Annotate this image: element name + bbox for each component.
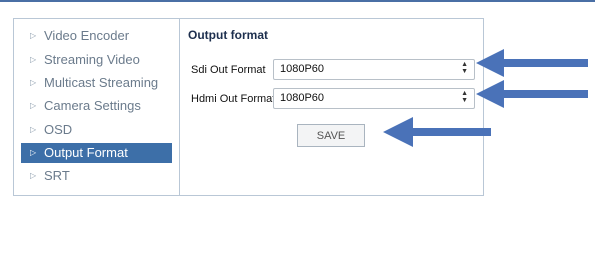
sidebar-item-srt[interactable]: ▷ SRT bbox=[21, 166, 172, 186]
page-title: Output format bbox=[188, 28, 268, 42]
header-divider bbox=[0, 0, 595, 2]
settings-panel: ▷ Video Encoder ▷ Streaming Video ▷ Multica… bbox=[13, 18, 484, 196]
left-arrow-icon bbox=[476, 80, 588, 108]
triangle-right-icon: ▷ bbox=[30, 77, 37, 87]
sidebar-item-label: OSD bbox=[44, 122, 73, 137]
select-value: 1080P60 bbox=[280, 63, 325, 75]
triangle-right-icon: ▷ bbox=[30, 30, 37, 40]
sidebar-item-streaming-video[interactable]: ▷ Streaming Video bbox=[21, 50, 172, 70]
up-down-arrows-icon: ▲ ▼ bbox=[461, 90, 468, 104]
left-arrow-icon bbox=[476, 49, 588, 77]
triangle-right-icon: ▷ bbox=[30, 54, 37, 64]
sdi-out-format-select[interactable]: 1080P60 ▲ ▼ bbox=[273, 59, 475, 80]
sidebar-item-output-format[interactable]: ▷ Output Format bbox=[21, 143, 172, 163]
main-content: Output format Sdi Out Format 1080P60 ▲ ▼ … bbox=[180, 19, 483, 195]
up-down-arrows-icon: ▲ ▼ bbox=[461, 61, 468, 75]
sdi-out-format-label: Sdi Out Format bbox=[191, 64, 266, 76]
triangle-right-icon: ▷ bbox=[30, 170, 37, 180]
sidebar-item-label: Camera Settings bbox=[44, 98, 141, 113]
sidebar-item-label: Video Encoder bbox=[44, 28, 130, 43]
sidebar-item-osd[interactable]: ▷ OSD bbox=[21, 120, 172, 140]
sidebar-item-camera-settings[interactable]: ▷ Camera Settings bbox=[21, 96, 172, 116]
hdmi-out-format-label: Hdmi Out Format bbox=[191, 93, 276, 105]
hdmi-out-format-select[interactable]: 1080P60 ▲ ▼ bbox=[273, 88, 475, 109]
triangle-right-icon: ▷ bbox=[30, 100, 37, 110]
sidebar-item-label: SRT bbox=[44, 168, 70, 183]
left-arrow-icon bbox=[383, 117, 491, 147]
triangle-right-icon: ▷ bbox=[30, 124, 37, 134]
sidebar: ▷ Video Encoder ▷ Streaming Video ▷ Multica… bbox=[14, 19, 180, 195]
sidebar-item-label: Streaming Video bbox=[44, 52, 140, 67]
save-button[interactable]: SAVE bbox=[297, 124, 365, 147]
sidebar-item-multicast-streaming[interactable]: ▷ Multicast Streaming bbox=[21, 73, 172, 93]
select-value: 1080P60 bbox=[280, 92, 325, 104]
sidebar-item-label: Multicast Streaming bbox=[44, 75, 159, 90]
sidebar-item-video-encoder[interactable]: ▷ Video Encoder bbox=[21, 26, 172, 46]
triangle-right-icon: ▷ bbox=[30, 147, 37, 157]
sidebar-item-label: Output Format bbox=[44, 145, 128, 160]
